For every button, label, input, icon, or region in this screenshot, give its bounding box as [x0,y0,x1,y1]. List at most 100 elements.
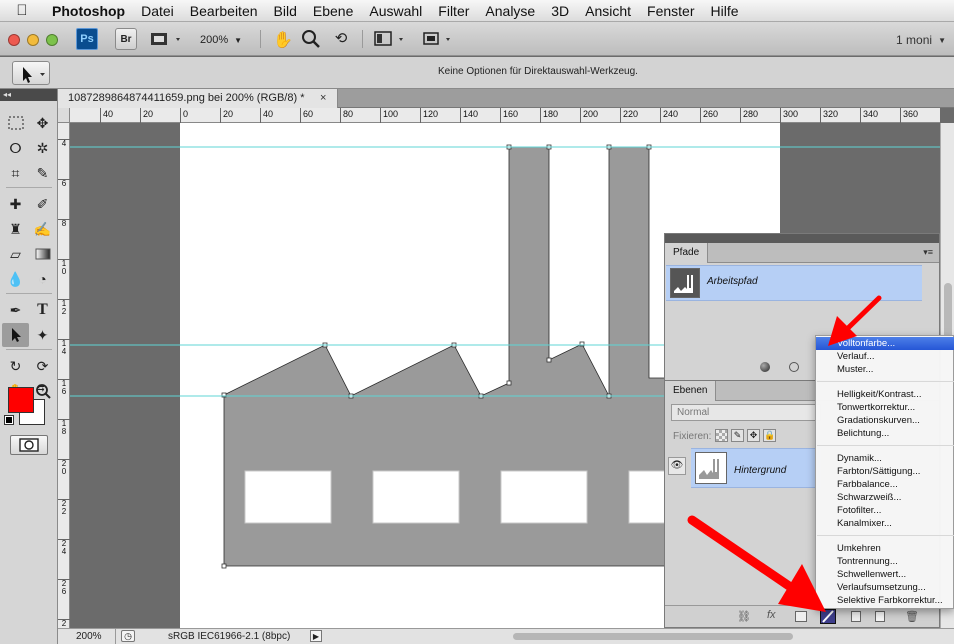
menu-filter[interactable]: Filter [430,3,477,19]
navigator-icon[interactable]: ◷ [121,630,135,642]
menu-app-photoshop[interactable]: Photoshop [44,3,133,19]
pen-tool-icon[interactable]: ✒ [2,298,29,322]
blend-mode-select[interactable]: Normal [671,404,821,421]
foreground-color-swatch[interactable] [8,387,34,413]
menu-item-farbton-saettigung[interactable]: Farbton/Sättigung... [816,465,954,478]
adjustment-layer-icon[interactable] [820,609,836,624]
3d-rotate-tool-icon[interactable]: ↻ [2,354,29,378]
crop-tool-icon[interactable]: ⌗ [2,161,29,185]
menu-ebene[interactable]: Ebene [305,3,361,19]
menu-ansicht[interactable]: Ansicht [577,3,639,19]
menu-item-fotofilter[interactable]: Fotofilter... [816,504,954,517]
status-menu-arrow-icon[interactable]: ▶ [310,630,322,642]
zoom-level-select[interactable]: 200% ▼ [200,32,250,48]
history-brush-tool-icon[interactable]: ✍ [29,217,56,241]
menu-item-volltonfarbe[interactable]: Volltonfarbe... [816,337,954,350]
tab-pfade[interactable]: Pfade [665,243,709,263]
ruler-origin[interactable] [58,108,70,123]
clone-stamp-tool-icon[interactable]: ♜ [2,217,29,241]
stroke-path-icon[interactable] [789,362,799,372]
view-extras-button[interactable] [150,31,184,47]
workspace-switcher[interactable]: 1 moni ▼ [876,32,946,48]
bridge-button[interactable]: Br [115,28,137,50]
lock-pixels-icon[interactable]: ✎ [731,429,744,442]
brush-tool-icon[interactable]: ✐ [29,192,56,216]
menu-item-schwarzweiss[interactable]: Schwarzweiß... [816,491,954,504]
custom-shape-tool-icon[interactable]: ✦ [29,323,56,347]
menu-item-verlauf[interactable]: Verlauf... [816,350,954,363]
menu-item-kanalmixer[interactable]: Kanalmixer... [816,517,954,530]
status-zoom[interactable]: 200% [58,629,116,644]
menu-item-tontrennung[interactable]: Tontrennung... [816,555,954,568]
dodge-tool-icon[interactable]: ◔ [29,267,56,291]
fill-path-icon[interactable] [760,362,770,372]
screen-mode-button[interactable] [422,30,456,48]
menu-item-gradationskurven[interactable]: Gradationskurven... [816,414,954,427]
panel-grip[interactable] [665,234,939,243]
rotate-view-icon[interactable]: ⟲ [330,29,352,49]
path-row-arbeitspfad[interactable] [666,265,922,301]
blur-tool-icon[interactable]: 💧 [2,267,29,291]
menu-bild[interactable]: Bild [266,3,305,19]
move-tool-icon[interactable]: ✥ [29,111,56,135]
minimize-window-button[interactable] [27,34,39,46]
document-tab[interactable]: 1087289864874411659.png bei 200% (RGB/8)… [58,89,338,108]
panel-menu-icon[interactable]: ▾≡ [923,247,933,258]
menu-item-schwellenwert[interactable]: Schwellenwert... [816,568,954,581]
horizontal-ruler[interactable]: 40 20 0 20 40 60 80 100 120 140 160 180 200 220 240 260… [70,108,940,123]
menu-analyse[interactable]: Analyse [477,3,543,19]
menu-item-dynamik[interactable]: Dynamik... [816,452,954,465]
eyedropper-tool-icon[interactable]: ✎ [29,161,56,185]
3d-orbit-tool-icon[interactable]: ⟳ [29,354,56,378]
close-window-button[interactable] [8,34,20,46]
direct-selection-tool-icon[interactable] [2,323,29,347]
menu-item-muster[interactable]: Muster... [816,363,954,376]
lock-transparency-icon[interactable] [715,429,728,442]
menu-item-selektive-farbkorrektur[interactable]: Selektive Farbkorrektur... [816,594,954,607]
gradient-tool-icon[interactable] [29,242,56,266]
new-layer-icon[interactable] [875,611,885,622]
menu-datei[interactable]: Datei [133,3,182,19]
eraser-tool-icon[interactable]: ▱ [2,242,29,266]
apple-menu-icon[interactable]:  [0,2,44,19]
menu-item-tonwertkorrektur[interactable]: Tonwertkorrektur... [816,401,954,414]
default-colors-icon[interactable] [4,415,14,425]
link-layers-icon[interactable]: ⛓ [737,610,751,623]
hand-tool-icon[interactable]: ✋ [272,30,294,50]
menu-item-umkehren[interactable]: Umkehren [816,542,954,555]
toolbox-collapse-handle[interactable]: ◂◂ [0,89,57,101]
zoom-tool-icon[interactable] [300,28,322,48]
layer-style-fx-button[interactable]: fx [767,609,776,621]
lock-all-icon[interactable]: 🔒 [763,429,776,442]
layer-visibility-eye-icon[interactable]: 👁 [668,457,686,475]
menu-auswahl[interactable]: Auswahl [361,3,430,19]
horizontal-scrollbar-thumb[interactable] [513,633,793,640]
quick-mask-button[interactable] [10,435,48,455]
add-mask-icon[interactable] [795,611,807,622]
scrollbar-thumb[interactable] [944,283,952,343]
healing-brush-tool-icon[interactable]: ✚ [2,192,29,216]
menu-item-farbbalance[interactable]: Farbbalance... [816,478,954,491]
menu-bearbeiten[interactable]: Bearbeiten [182,3,266,19]
menu-item-helligkeit-kontrast[interactable]: Helligkeit/Kontrast... [816,388,954,401]
menu-fenster[interactable]: Fenster [639,3,702,19]
magic-wand-tool-icon[interactable]: ✲ [29,136,56,160]
marquee-tool-icon[interactable] [2,111,29,135]
lock-position-icon[interactable]: ✥ [747,429,760,442]
arrange-documents-button[interactable] [374,30,408,48]
menu-item-belichtung[interactable]: Belichtung... [816,427,954,440]
photoshop-badge-icon[interactable]: Ps [76,28,98,50]
type-tool-icon[interactable]: T [29,298,56,322]
menu-hilfe[interactable]: Hilfe [703,3,747,19]
tool-preset-picker[interactable] [12,61,50,85]
zoom-window-button[interactable] [46,34,58,46]
tab-ebenen[interactable]: Ebenen [665,381,717,401]
menu-item-verlaufsumsetzung[interactable]: Verlaufsumsetzung... [816,581,954,594]
new-group-icon[interactable] [851,611,861,622]
swap-colors-icon[interactable]: ⇆ [37,383,45,394]
menu-3d[interactable]: 3D [543,3,577,19]
vertical-ruler[interactable]: 4681012141618202224262830 [58,123,70,636]
lasso-tool-icon[interactable]: ⵔ [2,136,29,160]
close-document-icon[interactable]: × [320,92,326,104]
delete-layer-icon[interactable]: 🗑 [905,610,919,623]
